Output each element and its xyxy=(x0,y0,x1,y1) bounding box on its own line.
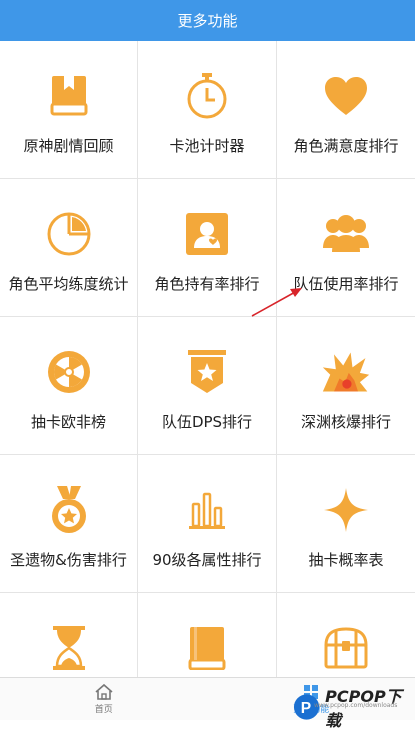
feature-tile[interactable]: 角色满意度排行 xyxy=(277,41,415,179)
page-title: 更多功能 xyxy=(177,10,237,31)
feature-label: 抽卡概率表 xyxy=(277,549,415,570)
notebook-icon xyxy=(182,623,232,673)
feature-tile[interactable]: 角色平均练度统计 xyxy=(0,179,138,317)
feature-label: 抽卡欧非榜 xyxy=(0,411,137,432)
feature-label: 角色满意度排行 xyxy=(277,135,415,156)
portrait-card-icon xyxy=(182,209,232,259)
pie-chart-icon xyxy=(44,209,94,259)
feature-grid: 原神剧情回顾卡池计时器角色满意度排行角色平均练度统计角色持有率排行队伍使用率排行… xyxy=(0,41,415,677)
bars-icon xyxy=(182,485,232,535)
sparkle-icon xyxy=(321,485,371,535)
wheel-icon xyxy=(44,347,94,397)
watermark: P PCPOP下载 www.pcpop.com/downloads xyxy=(292,683,415,731)
feature-tile[interactable]: 队伍使用率排行 xyxy=(277,179,415,317)
feature-label: 圣遗物&伤害排行 xyxy=(0,549,137,570)
feature-tile[interactable]: 原神剧情回顾 xyxy=(0,41,138,179)
header-bar: 更多功能 xyxy=(0,0,415,41)
group-icon xyxy=(321,209,371,259)
home-icon xyxy=(94,683,114,701)
heart-icon xyxy=(321,71,371,121)
feature-tile[interactable]: 抽卡欧非榜 xyxy=(0,317,138,455)
feature-label: 卡池计时器 xyxy=(138,135,276,156)
feature-label: 角色持有率排行 xyxy=(138,273,276,294)
feature-label: 90级各属性排行 xyxy=(138,549,276,570)
badge-star-icon xyxy=(182,347,232,397)
feature-label: 队伍DPS排行 xyxy=(138,411,276,432)
hourglass-icon xyxy=(44,623,94,673)
feature-label: 原神剧情回顾 xyxy=(0,135,137,156)
feature-tile[interactable]: 抽卡概率表 xyxy=(277,455,415,593)
feature-tile[interactable] xyxy=(138,593,277,677)
treasure-chest-icon xyxy=(321,623,371,673)
watermark-sub: www.pcpop.com/downloads xyxy=(314,702,397,709)
explosion-icon xyxy=(321,347,371,397)
feature-tile[interactable]: 卡池计时器 xyxy=(138,41,277,179)
feature-tile[interactable]: 深渊核爆排行 xyxy=(277,317,415,455)
feature-tile[interactable] xyxy=(277,593,415,677)
feature-tile[interactable]: 角色持有率排行 xyxy=(138,179,277,317)
feature-label: 角色平均练度统计 xyxy=(0,273,137,294)
feature-tile[interactable] xyxy=(0,593,138,677)
medal-icon xyxy=(44,485,94,535)
svg-text:P: P xyxy=(301,700,311,717)
stopwatch-icon xyxy=(182,71,232,121)
feature-tile[interactable]: 圣遗物&伤害排行 xyxy=(0,455,138,593)
tab-home-label: 首页 xyxy=(95,702,113,715)
feature-tile[interactable]: 队伍DPS排行 xyxy=(138,317,277,455)
feature-label: 队伍使用率排行 xyxy=(277,273,415,294)
feature-tile[interactable]: 90级各属性排行 xyxy=(138,455,277,593)
feature-label: 深渊核爆排行 xyxy=(277,411,415,432)
book-icon xyxy=(44,71,94,121)
tab-home[interactable]: 首页 xyxy=(0,678,208,720)
